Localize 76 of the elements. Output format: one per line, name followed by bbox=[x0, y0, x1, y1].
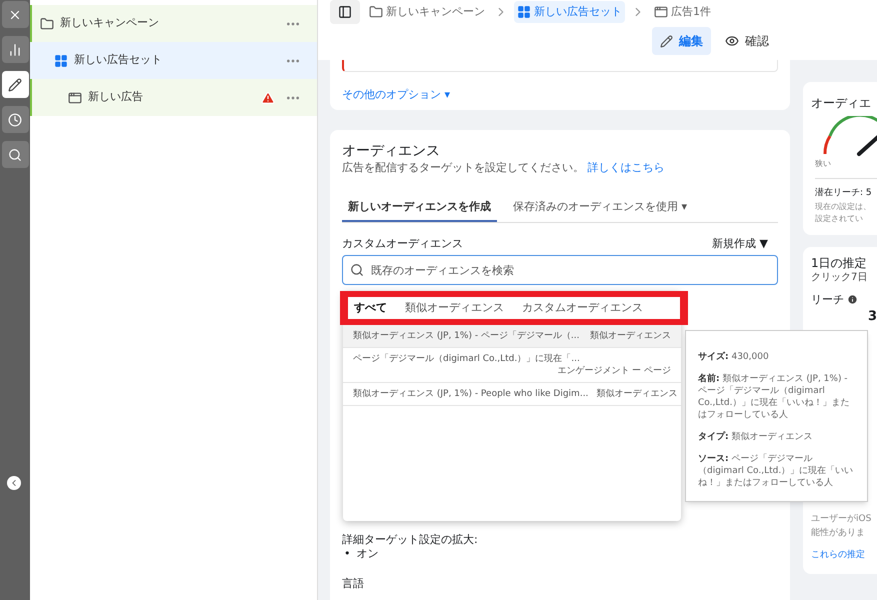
tree-label: 新しいキャンペーン bbox=[60, 15, 160, 32]
clock-icon bbox=[8, 112, 22, 126]
rail-button[interactable] bbox=[2, 1, 28, 28]
breadcrumb-item[interactable]: 新しい広告セット bbox=[514, 1, 625, 23]
audience-option[interactable]: 類似オーディエンス (JP, 1%) - People who like Digim... 類似オーディエンス bbox=[343, 383, 681, 406]
window-icon bbox=[654, 5, 668, 19]
expansion-value: オン bbox=[356, 547, 378, 561]
panel-toggle-button[interactable] bbox=[330, 0, 360, 24]
folder-icon bbox=[369, 5, 383, 19]
eye-icon bbox=[725, 34, 739, 48]
mode-button[interactable]: 確認 bbox=[717, 27, 777, 55]
search-field[interactable]: 既存のオーディエンスを検索 bbox=[342, 255, 778, 285]
reach-value: 3 bbox=[868, 308, 877, 326]
rail-button[interactable] bbox=[2, 71, 28, 98]
grid-icon bbox=[54, 54, 68, 68]
option-name: 類似オーディエンス (JP, 1%) - ページ「デジマール（... bbox=[353, 330, 580, 342]
tree-label: 新しい広告セット bbox=[74, 52, 163, 68]
warning-icon bbox=[261, 90, 275, 104]
estimate-link[interactable]: これらの推定 bbox=[811, 550, 865, 560]
tooltip-text: タイプ: 類似オーディエンス bbox=[698, 431, 814, 443]
tree-item[interactable]: 新しいキャンペーン bbox=[30, 5, 317, 42]
more-options-link[interactable]: その他のオプション ▾ bbox=[342, 88, 778, 102]
bullet: • bbox=[344, 547, 350, 561]
option-type: エンゲージメント ー ページ bbox=[557, 365, 671, 377]
tooltip-text: 名前: 類似オーディエンス (JP, 1%) - ページ「デジマール（digimarl Co.,Ltd.）」に現在「いいね！」またはフォローしている人 bbox=[698, 373, 850, 421]
language-label: 言語 bbox=[342, 577, 365, 591]
pencil-icon bbox=[660, 34, 673, 48]
info-icon bbox=[847, 294, 858, 305]
field-label: カスタムオーディエンス bbox=[342, 237, 463, 251]
note-text: 能性がありま bbox=[811, 526, 866, 540]
grid-icon bbox=[517, 5, 531, 19]
card-title: オーディエ bbox=[811, 95, 872, 112]
tooltip-text: サイズ: 430,000 bbox=[698, 351, 770, 363]
audience-option[interactable]: ページ「デジマール（digimarl Co.,Ltd.）」に現在「... エンゲージメント ー ページ bbox=[343, 348, 681, 383]
pencil-icon bbox=[8, 78, 22, 92]
tree-label: 新しい広告 bbox=[88, 89, 144, 106]
collapse-button[interactable] bbox=[7, 476, 21, 490]
panel-icon bbox=[338, 5, 352, 19]
bar-chart-icon bbox=[8, 42, 22, 56]
folder-icon bbox=[40, 16, 54, 30]
window-icon bbox=[68, 90, 82, 104]
filter-tab[interactable]: すべて bbox=[354, 300, 387, 316]
note-text: 現在の設定は、 bbox=[815, 200, 872, 212]
search-icon bbox=[350, 263, 364, 277]
section-description: 広告を配信するターゲットを設定してください。 詳しくはこちら bbox=[342, 160, 666, 176]
note-text: 設定されてい bbox=[815, 212, 864, 224]
audience-tab[interactable]: 新しいオーディエンスを作成 bbox=[342, 194, 497, 222]
option-type: 類似オーディエンス bbox=[590, 330, 671, 342]
reach-label: リーチ bbox=[811, 292, 844, 306]
audience-tab[interactable]: 保存済みのオーディエンスを使用 ▾ bbox=[507, 194, 694, 222]
potential-reach: 潜在リーチ: 5 bbox=[815, 187, 873, 200]
filter-tab[interactable]: 類似オーディエンス bbox=[405, 300, 504, 316]
option-type: 類似オーディエンス bbox=[596, 388, 678, 400]
section-title: オーディエンス bbox=[342, 142, 441, 160]
search-icon bbox=[8, 148, 22, 162]
tooltip-text: ソース: ページ「デジマール（digimarl Co.,Ltd.）」に現在「いいね！」またはフォローしている人 bbox=[698, 453, 854, 489]
filter-tab[interactable]: カスタムオーディエンス bbox=[522, 300, 643, 316]
breadcrumb-item[interactable]: 広告1件 bbox=[651, 1, 714, 23]
option-name: ページ「デジマール（digimarl Co.,Ltd.）」に現在「... bbox=[353, 353, 581, 365]
audience-option[interactable]: 類似オーディエンス (JP, 1%) - ページ「デジマール（... 類似オーディエンス bbox=[343, 325, 681, 348]
gauge-drawing bbox=[821, 116, 877, 158]
expansion-label: 詳細ターゲット設定の拡大: bbox=[342, 533, 479, 547]
card-title: 1日の推定 bbox=[811, 254, 868, 270]
rail-button[interactable] bbox=[2, 36, 28, 63]
breadcrumb-item[interactable]: 新しいキャンペーン bbox=[366, 1, 488, 23]
rail-button[interactable] bbox=[2, 141, 28, 168]
tree-item[interactable]: 新しい広告セット bbox=[30, 42, 317, 79]
mode-button[interactable]: 編集 bbox=[652, 27, 711, 55]
tree-item[interactable]: 新しい広告 bbox=[30, 79, 317, 116]
learn-more-link[interactable]: 詳しくはこちら bbox=[588, 161, 664, 174]
option-name: 類似オーディエンス (JP, 1%) - People who like Digim... bbox=[353, 388, 588, 400]
rail-button[interactable] bbox=[2, 106, 28, 133]
narrow-label: 狭い bbox=[815, 158, 832, 170]
create-new-button[interactable]: 新規作成 ▼ bbox=[712, 237, 768, 251]
card-subtitle: クリック7日 bbox=[811, 270, 868, 284]
note-text: ユーザーがiOS bbox=[811, 513, 872, 526]
